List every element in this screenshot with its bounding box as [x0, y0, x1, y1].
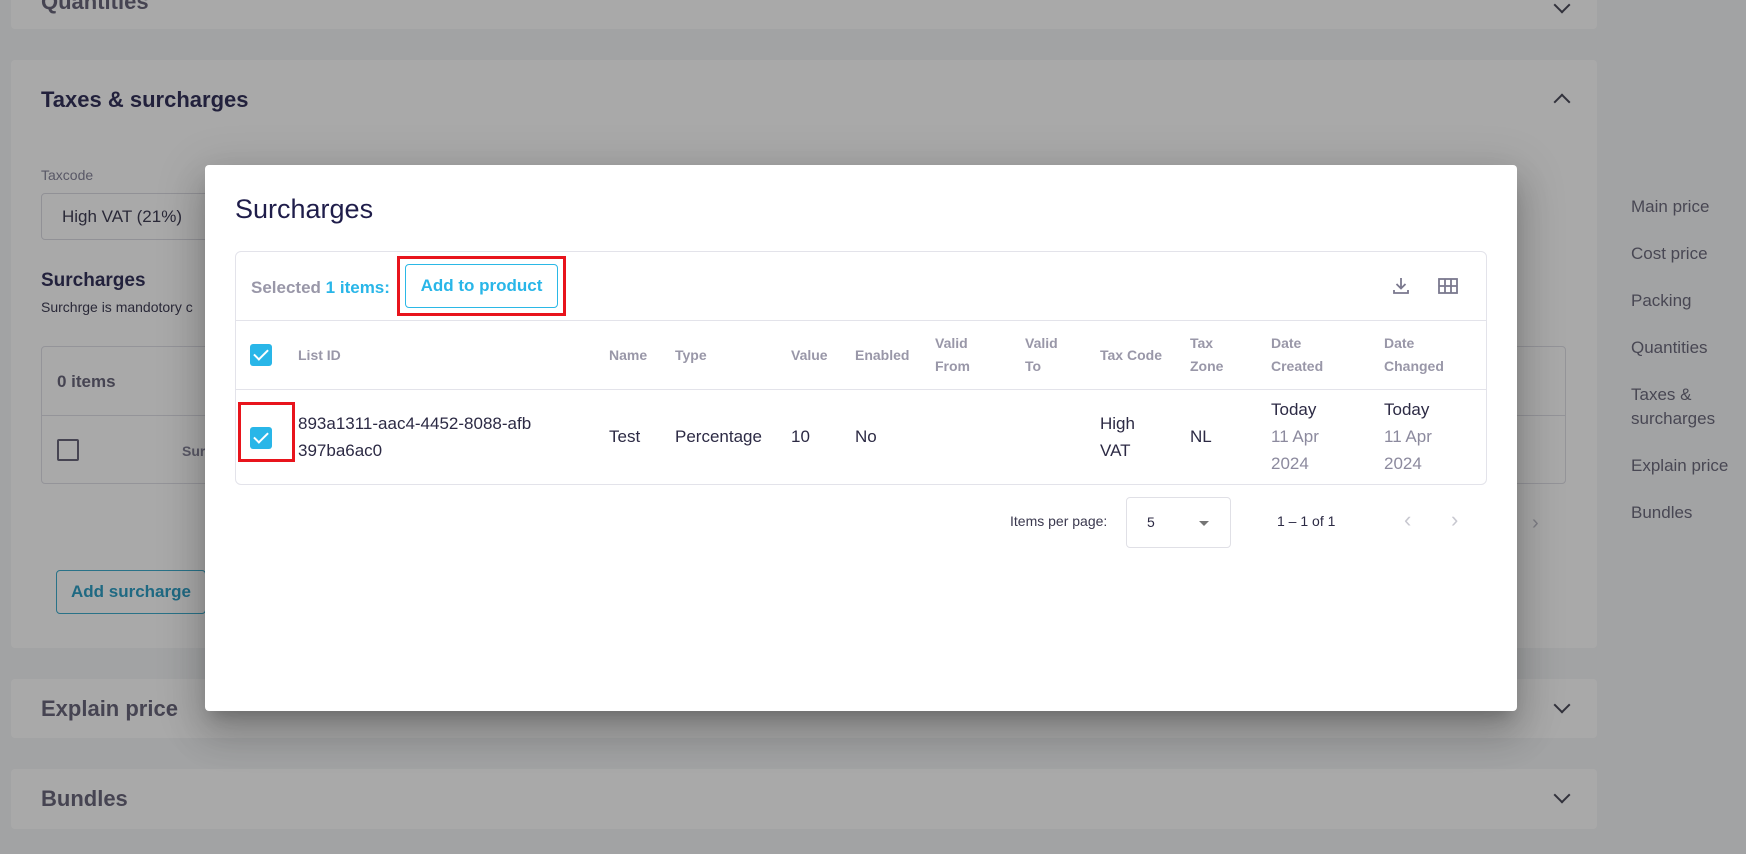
- items-per-page-select[interactable]: 5: [1126, 497, 1231, 548]
- next-page-icon[interactable]: ›: [1451, 507, 1458, 533]
- items-per-page-value: 5: [1147, 514, 1155, 530]
- cell-enabled: No: [855, 427, 877, 446]
- selection-summary: Selected 1 items:: [251, 278, 390, 298]
- table-header: List ID Name Type Value Enabled Valid Fr…: [236, 321, 1486, 390]
- surcharges-dialog: Surcharges Selected 1 items: Add to prod…: [205, 165, 1517, 711]
- cell-type: Percentage: [675, 427, 762, 446]
- dialog-title: Surcharges: [235, 194, 374, 224]
- col-type[interactable]: Type: [675, 344, 707, 367]
- select-all-checkbox[interactable]: [250, 344, 272, 366]
- cell-date-changed: 11 Apr 2024: [1384, 427, 1432, 473]
- selection-prefix: Selected: [251, 278, 321, 297]
- items-per-page-label: Items per page:: [1010, 513, 1108, 529]
- col-date-changed[interactable]: Date Changed: [1384, 332, 1454, 378]
- col-list-id[interactable]: List ID: [298, 344, 341, 367]
- cell-name: Test: [609, 427, 641, 446]
- col-tax-code[interactable]: Tax Code: [1100, 344, 1162, 367]
- cell-tax-zone: NL: [1190, 427, 1212, 446]
- selection-toolbar: Selected 1 items: Add to product: [236, 252, 1486, 321]
- cell-value: 10: [791, 427, 810, 446]
- surcharges-list-card: Selected 1 items: Add to product List ID…: [235, 251, 1487, 485]
- cell-list-id: 893a1311-aac4-4452-8088-afb397ba6ac0: [298, 414, 532, 460]
- column-grid-icon[interactable]: [1436, 274, 1460, 298]
- table-row[interactable]: 893a1311-aac4-4452-8088-afb397ba6ac0 Tes…: [236, 390, 1486, 486]
- cell-date-created-relative: Today: [1271, 400, 1317, 419]
- paginator: Items per page: 5 1 – 1 of 1 ‹ ›: [205, 497, 1517, 548]
- download-icon[interactable]: [1389, 274, 1413, 298]
- col-name[interactable]: Name: [609, 344, 647, 367]
- col-valid-to[interactable]: Valid To: [1025, 332, 1065, 378]
- add-to-product-button[interactable]: Add to product: [405, 264, 558, 308]
- cell-date-changed-relative: Today: [1384, 400, 1430, 419]
- selection-count: 1 items:: [325, 278, 390, 297]
- cell-date-created: 11 Apr 2024: [1271, 427, 1319, 473]
- cell-tax-code: High VAT: [1100, 414, 1135, 460]
- page-range: 1 – 1 of 1: [1277, 513, 1336, 529]
- col-tax-zone[interactable]: Tax Zone: [1190, 332, 1230, 378]
- col-enabled[interactable]: Enabled: [855, 344, 909, 367]
- col-date-created[interactable]: Date Created: [1271, 332, 1331, 378]
- row-checkbox[interactable]: [250, 427, 272, 449]
- previous-page-icon[interactable]: ‹: [1404, 507, 1411, 533]
- col-value[interactable]: Value: [791, 344, 828, 367]
- col-valid-from[interactable]: Valid From: [935, 332, 985, 378]
- dropdown-caret-icon: [1199, 521, 1209, 526]
